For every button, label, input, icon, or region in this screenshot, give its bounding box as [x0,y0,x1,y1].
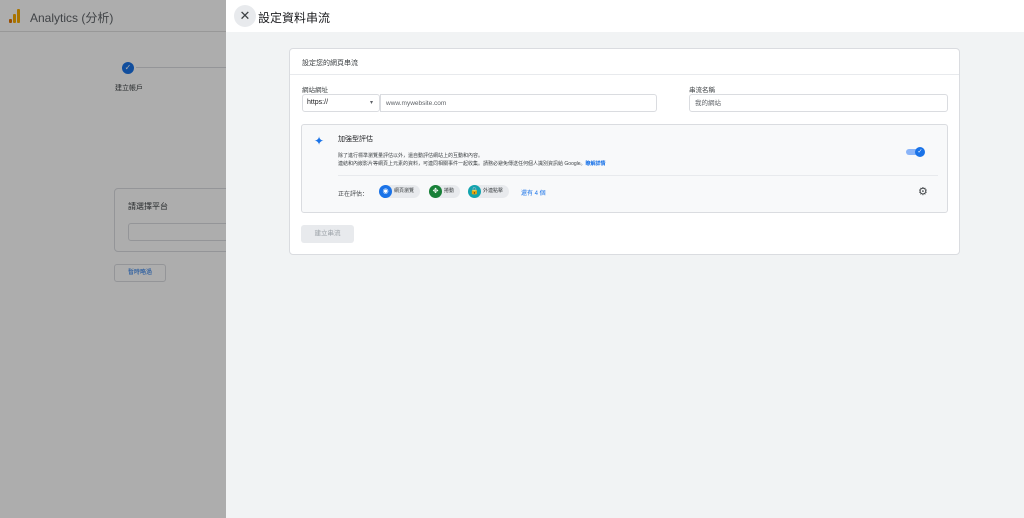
measuring-label: 正在評估： [338,192,369,198]
panel-heading-text: 設定您的網頁串流 [302,60,358,67]
dialog-title: 設定資料串流 [258,11,331,25]
more-events-link[interactable]: 還有 4 個 [521,188,546,197]
protocol-select[interactable]: https:// ▾ [302,94,380,112]
description-line-1: 除了進行標準瀏覽量評估以外，還自動評估網站上的互動和內容。 [338,153,484,159]
lock-icon: 🔒 [468,185,481,198]
divider [338,175,938,176]
enhanced-measurement-description: 除了進行標準瀏覽量評估以外，還自動評估網站上的互動和內容。 連結和內嵌影片等網頁… [338,152,606,168]
check-icon: ✓ [915,147,925,157]
stream-name-label: 串流名稱 [689,87,715,94]
chip-page-views: ◉ 網頁瀏覽 [379,185,421,198]
chip-label: 網頁瀏覽 [394,188,415,194]
protocol-value: https:// [307,99,329,106]
dialog-header: ✕ 設定資料串流 [226,0,1024,32]
web-stream-panel: 設定您的網頁串流 網站網址 https:// ▾ 串流名稱 ✦ 加強型評估 除了… [289,48,960,255]
enhanced-measurement-title: 加強型評估 [338,136,373,143]
description-line-2: 連結和內嵌影片等網頁上元素的資料，可連同相關事件一起收集。請務必避免傳送任何個人… [338,160,606,168]
enhanced-measurement-toggle[interactable]: ✓ [906,147,926,157]
stream-name-input[interactable] [689,94,948,112]
sparkle-icon: ✦ [314,134,325,148]
learn-more-link[interactable]: 瞭解詳情 [586,161,606,167]
setup-data-stream-dialog: ✕ 設定資料串流 設定您的網頁串流 網站網址 https:// ▾ 串流名稱 ✦… [226,0,1024,518]
scroll-icon: ✥ [429,185,442,198]
url-label: 網站網址 [302,87,328,94]
website-url-input[interactable] [380,94,657,112]
eye-icon: ◉ [379,185,392,198]
chip-label: 捲動 [444,188,455,194]
close-icon[interactable]: ✕ [234,5,256,27]
description-line-2-text: 連結和內嵌影片等網頁上元素的資料，可連同相關事件一起收集。請務必避免傳送任何個人… [338,161,586,167]
chip-scrolls: ✥ 捲動 [429,185,461,198]
create-stream-button[interactable]: 建立串流 [301,225,354,243]
panel-heading: 設定您的網頁串流 [290,49,959,75]
gear-icon[interactable]: ⚙ [918,187,929,198]
chip-outbound-clicks: 🔒 外連點擊 [468,185,510,198]
chevron-down-icon: ▾ [369,100,373,106]
enhanced-measurement-section: ✦ 加強型評估 除了進行標準瀏覽量評估以外，還自動評估網站上的互動和內容。 連結… [301,124,948,213]
chip-label: 外連點擊 [483,188,504,194]
